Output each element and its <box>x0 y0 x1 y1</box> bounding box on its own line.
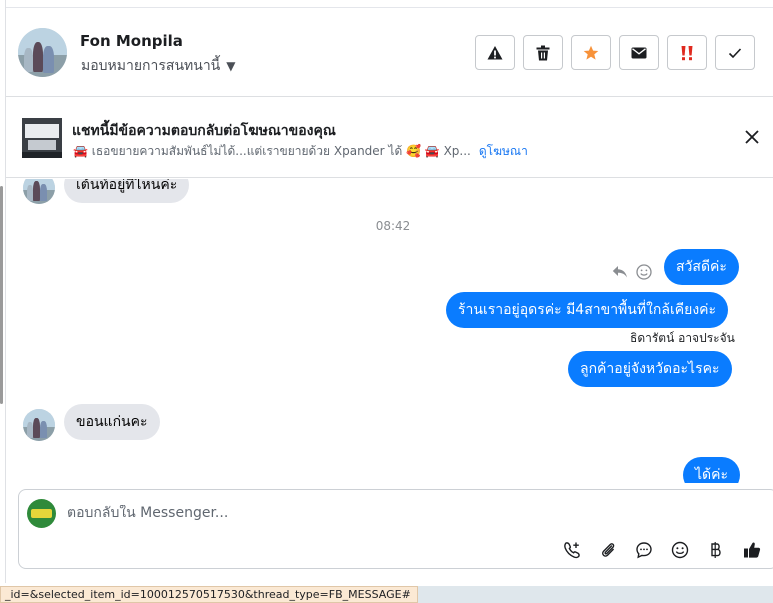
status-url: _id=&selected_item_id=100012570517530&th… <box>0 586 418 603</box>
emoji-icon[interactable] <box>669 539 691 561</box>
exclamation-icon <box>681 45 693 60</box>
reply-icon[interactable] <box>612 265 628 279</box>
sender-name: ธิดารัตน์ อาจประจัน <box>630 331 735 345</box>
ad-preview-text: 🚘 เธอขยายความสัมพันธ์ไม่ได้...แต่เราขยาย… <box>73 144 471 158</box>
ad-preview: 🚘 เธอขยายความสัมพันธ์ไม่ได้...แต่เราขยาย… <box>73 142 528 161</box>
browser-status-bar: _id=&selected_item_id=100012570517530&th… <box>0 586 773 603</box>
scrollbar-thumb[interactable] <box>0 186 3 404</box>
spam-button[interactable] <box>667 35 707 70</box>
ad-thumbnail[interactable] <box>22 118 62 158</box>
baht-icon[interactable] <box>705 539 727 561</box>
message-outgoing[interactable]: ร้านเราอยู่อุดรค่ะ มี4สาขาพื้นที่ใกล้เคี… <box>446 292 729 328</box>
message-incoming[interactable]: เต้นท์อยู่ที่ไหนค่ะ <box>64 179 190 203</box>
thread-actions <box>475 35 755 70</box>
view-ad-link[interactable]: ดูโฆษณา <box>479 142 528 161</box>
star-icon <box>583 45 599 60</box>
trash-icon <box>536 45 550 60</box>
attachment-icon[interactable] <box>597 539 619 561</box>
check-icon <box>728 47 742 58</box>
assign-conversation-dropdown[interactable]: มอบหมายการสนทนานี้ ▼ <box>81 55 235 77</box>
caret-down-icon: ▼ <box>226 59 236 73</box>
page-avatar <box>27 499 56 528</box>
messenger-inbox-thread: Fon Monpila มอบหมายการสนทนานี้ ▼ แชทนี้ม… <box>0 0 773 603</box>
contact-message-avatar <box>23 409 55 441</box>
emoji-reaction-icon[interactable] <box>636 264 652 280</box>
star-button[interactable] <box>571 35 611 70</box>
reply-composer <box>18 489 773 569</box>
contact-name[interactable]: Fon Monpila <box>80 32 183 50</box>
mark-unread-button[interactable] <box>619 35 659 70</box>
message-outgoing[interactable]: ได้ค่ะ <box>683 457 741 483</box>
thread-header: Fon Monpila มอบหมายการสนทนานี้ ▼ <box>6 8 773 97</box>
message-list[interactable]: เต้นท์อยู่ที่ไหนค่ะ 08:42 สวัสดีค่ะ ร้าน… <box>6 179 773 483</box>
message-outgoing[interactable]: ลูกค้าอยู่จังหวัดอะไรคะ <box>568 351 732 387</box>
envelope-icon <box>631 47 647 58</box>
ad-banner-title: แชทนี้มีข้อความตอบกลับต่อโฆษณาของคุณ <box>72 123 336 139</box>
close-icon[interactable] <box>743 128 761 146</box>
thumbs-up-icon[interactable] <box>741 539 763 561</box>
message-incoming[interactable]: ขอนแก่นคะ <box>64 404 160 440</box>
assign-label: มอบหมายการสนทนานี้ <box>81 58 221 74</box>
saved-reply-icon[interactable] <box>633 539 655 561</box>
ad-reply-banner: แชทนี้มีข้อความตอบกลับต่อโฆษณาของคุณ 🚘 เ… <box>6 98 773 178</box>
message-timestamp: 08:42 <box>375 219 411 233</box>
message-hover-actions <box>612 264 652 280</box>
report-button[interactable] <box>475 35 515 70</box>
contact-avatar[interactable] <box>18 28 67 77</box>
message-outgoing[interactable]: สวัสดีค่ะ <box>664 249 739 285</box>
reply-input[interactable] <box>67 505 667 521</box>
warning-icon <box>487 45 503 59</box>
composer-tools <box>561 539 763 561</box>
delete-button[interactable] <box>523 35 563 70</box>
call-request-icon[interactable] <box>561 539 583 561</box>
contact-message-avatar <box>23 179 55 204</box>
done-button[interactable] <box>715 35 755 70</box>
